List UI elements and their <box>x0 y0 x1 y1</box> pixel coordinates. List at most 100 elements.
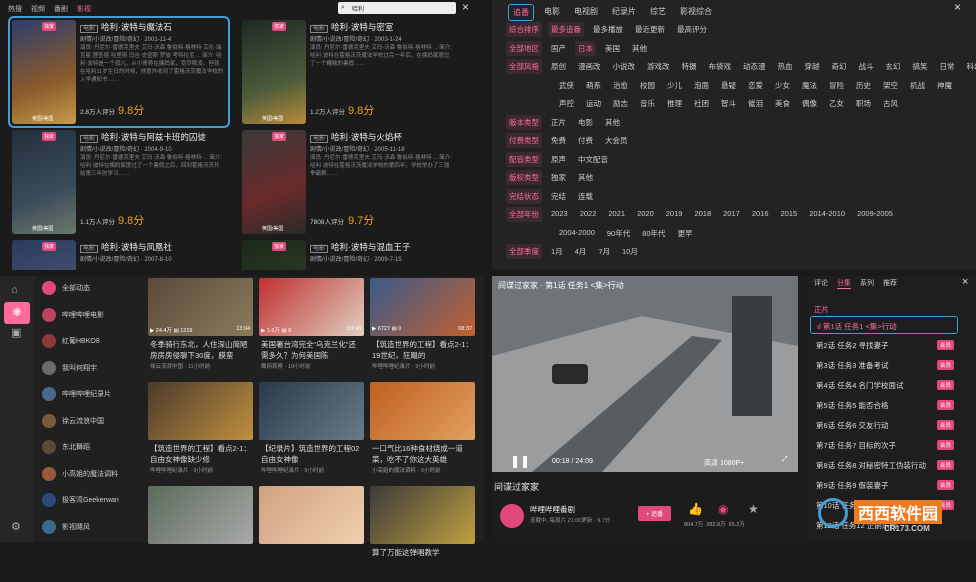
filter-option[interactable]: 2020 <box>634 207 657 222</box>
tab-variety[interactable]: 综艺 <box>646 4 670 21</box>
video-card[interactable]: ▶ 6727 ▤ 008:37【筑造世界的工程】看点2-1：19世纪，狂飓的哔哩… <box>370 278 475 374</box>
filter-label[interactable]: 全部风格 <box>506 59 542 74</box>
filter-option[interactable]: 80年代 <box>639 226 668 241</box>
movie-card[interactable]: 独家英国/美国 电影哈利·波特与阿兹卡班的囚徒 剧情/小说改/冒险/奇幻 · 2… <box>10 128 228 236</box>
channel-item[interactable]: 我叫何翔宇 <box>38 358 142 380</box>
filter-option[interactable]: 完结 <box>548 189 569 204</box>
movie-card[interactable]: 独家 电影哈利·波特与凤凰社 剧情/小说改/冒险/奇幻 · 2007-8-10 <box>10 238 228 270</box>
filter-option[interactable]: 冒险 <box>826 78 847 93</box>
channel-item[interactable]: 红葡HBKO8 <box>38 331 142 353</box>
filter-option[interactable]: 搞笑 <box>910 59 931 74</box>
tab-film[interactable]: 影视 <box>77 4 91 14</box>
filter-option[interactable]: 中文配音 <box>575 152 611 167</box>
filter-option[interactable]: 其他 <box>629 41 650 56</box>
filter-option[interactable]: 机战 <box>907 78 928 93</box>
tab-anime[interactable]: 追番 <box>508 4 534 21</box>
filter-option[interactable]: 2023 <box>548 207 571 222</box>
filter-option[interactable]: 2004-2000 <box>556 226 598 241</box>
filter-option[interactable]: 2016 <box>749 207 772 222</box>
filter-option[interactable]: 架空 <box>880 78 901 93</box>
filter-option[interactable]: 偶像 <box>799 96 820 111</box>
filter-option[interactable]: 原创 <box>548 59 569 74</box>
filter-option[interactable]: 国产 <box>548 41 569 56</box>
filter-option[interactable]: 神魔 <box>934 78 955 93</box>
filter-option[interactable]: 治愈 <box>610 78 631 93</box>
tab-bangumi[interactable]: 番剧 <box>54 4 68 14</box>
filter-option[interactable]: 10月 <box>619 244 641 259</box>
movie-card[interactable]: 独家英国/美国 电影哈利·波特与魔法石 剧情/小说改/冒险/奇幻 · 2001-… <box>10 18 228 126</box>
filter-option[interactable]: 少儿 <box>664 78 685 93</box>
filter-option[interactable]: 游戏改 <box>644 59 673 74</box>
episode-item[interactable]: 第4话 任务4 名门学校面试会员 <box>810 376 958 394</box>
filter-option[interactable]: 2014-2010 <box>806 207 848 222</box>
filter-option[interactable]: 最近更新 <box>632 22 668 37</box>
tab-film-all[interactable]: 影视综合 <box>676 4 716 21</box>
episode-item[interactable]: 第3话 任务3 准备考试会员 <box>810 356 958 374</box>
episode-item[interactable]: 第2话 任务2 寻找妻子会员 <box>810 336 958 354</box>
filter-option[interactable]: 催泪 <box>745 96 766 111</box>
channel-item[interactable]: 小高姐的魔法调料 <box>38 464 142 486</box>
filter-option[interactable]: 少女 <box>772 78 793 93</box>
filter-option[interactable]: 2021 <box>605 207 628 222</box>
dynamic-icon[interactable]: ❋ <box>4 302 30 324</box>
filter-label[interactable]: 全部年份 <box>506 207 542 222</box>
search-input[interactable]: ⌕哈利 <box>338 2 456 14</box>
video-player[interactable]: 间谍过家家 · 第1话 任务1 <集>行动 ❚❚ 00:18 / 24:09 高… <box>492 276 798 472</box>
filter-option[interactable]: 独家 <box>548 170 569 185</box>
uploader-name[interactable]: 哔哩哔哩番剧 <box>530 504 575 515</box>
tab-hot[interactable]: 热搜 <box>8 4 22 14</box>
movie-card[interactable]: 独家英国/美国 电影哈利·波特与火焰杯 剧情/小说改/冒险/奇幻 · 2005-… <box>240 128 458 236</box>
filter-option[interactable]: 乙女 <box>826 96 847 111</box>
filter-option[interactable]: 更早 <box>675 226 696 241</box>
filter-option[interactable]: 悬疑 <box>718 78 739 93</box>
tab-documentary[interactable]: 纪录片 <box>608 4 640 21</box>
filter-option[interactable]: 布袋戏 <box>706 59 735 74</box>
filter-option[interactable]: 正片 <box>548 115 569 130</box>
video-card[interactable]: ▶ 1.6万 ▤ 003:48美国署台湾完全“乌克兰化”还需多久？为何美国陈鹰网… <box>259 278 364 374</box>
channel-item[interactable]: 影视飓风 <box>38 517 142 539</box>
close-icon[interactable]: × <box>462 0 469 14</box>
filter-option[interactable]: 运动 <box>583 96 604 111</box>
filter-option[interactable]: 2009-2005 <box>854 207 896 222</box>
filter-option[interactable]: 历史 <box>853 78 874 93</box>
filter-option[interactable]: 大会员 <box>602 133 631 148</box>
filter-option[interactable]: 连载 <box>575 189 596 204</box>
filter-option[interactable]: 恋爱 <box>745 78 766 93</box>
tab-movie[interactable]: 电影 <box>540 4 564 21</box>
filter-option[interactable]: 玄幻 <box>883 59 904 74</box>
filter-option[interactable]: 漫画改 <box>575 59 604 74</box>
filter-option[interactable]: 2019 <box>663 207 686 222</box>
movie-card[interactable]: 独家 电影哈利·波特与混血王子 剧情/小说改/冒险/奇幻 · 2009-7-15 <box>240 238 458 270</box>
channel-item[interactable]: 哔哩哔哩纪录片 <box>38 384 142 406</box>
video-card[interactable]: 算了万能这弹唱教学 <box>370 486 475 582</box>
avatar[interactable] <box>500 504 524 528</box>
filter-option[interactable]: 2015 <box>778 207 801 222</box>
filter-option[interactable]: 2017 <box>720 207 743 222</box>
coin-icon[interactable]: ◉ <box>718 502 728 516</box>
filter-option[interactable]: 特摄 <box>679 59 700 74</box>
video-card[interactable]: ▶ 24.4万 ▤ 121913:04冬季骑行东北，人住深山简陋房房房侵聊下30… <box>148 278 253 374</box>
video-card[interactable] <box>148 486 253 582</box>
filter-option[interactable]: 校园 <box>637 78 658 93</box>
filter-option[interactable]: 萌系 <box>583 78 604 93</box>
filter-option[interactable]: 2018 <box>691 207 714 222</box>
filter-option[interactable]: 免费 <box>548 133 569 148</box>
channel-item[interactable]: 极客湾Geekerwan <box>38 490 142 512</box>
filter-option[interactable]: 90年代 <box>604 226 633 241</box>
filter-option[interactable]: 付费 <box>575 133 596 148</box>
channel-item[interactable]: 哔哩哔哩电影 <box>38 305 142 327</box>
quality-label[interactable]: 高清 1080P+ <box>704 458 744 468</box>
home-icon[interactable]: ⌂ <box>11 284 18 296</box>
filter-option[interactable]: 古风 <box>880 96 901 111</box>
episode-item[interactable]: 第8话 任务8 对秘密特工伪装行动会员 <box>810 456 958 474</box>
filter-label[interactable]: 全部季度 <box>506 244 542 259</box>
video-card[interactable]: 一口气比16种食材烧成一道菜，吃不了你这大英雄小高姐的魔法调料 · 9小时前 <box>370 382 475 478</box>
tab-recommend[interactable]: 推荐 <box>883 278 897 289</box>
close-icon[interactable]: × <box>962 276 968 288</box>
filter-option[interactable]: 原声 <box>548 152 569 167</box>
filter-option[interactable]: 其他 <box>575 170 596 185</box>
episode-item[interactable]: 第5话 任务5 能否合格会员 <box>810 396 958 414</box>
filter-option[interactable]: 动态漫 <box>740 59 769 74</box>
filter-option[interactable]: 热血 <box>775 59 796 74</box>
filter-option[interactable]: 7月 <box>595 244 613 259</box>
